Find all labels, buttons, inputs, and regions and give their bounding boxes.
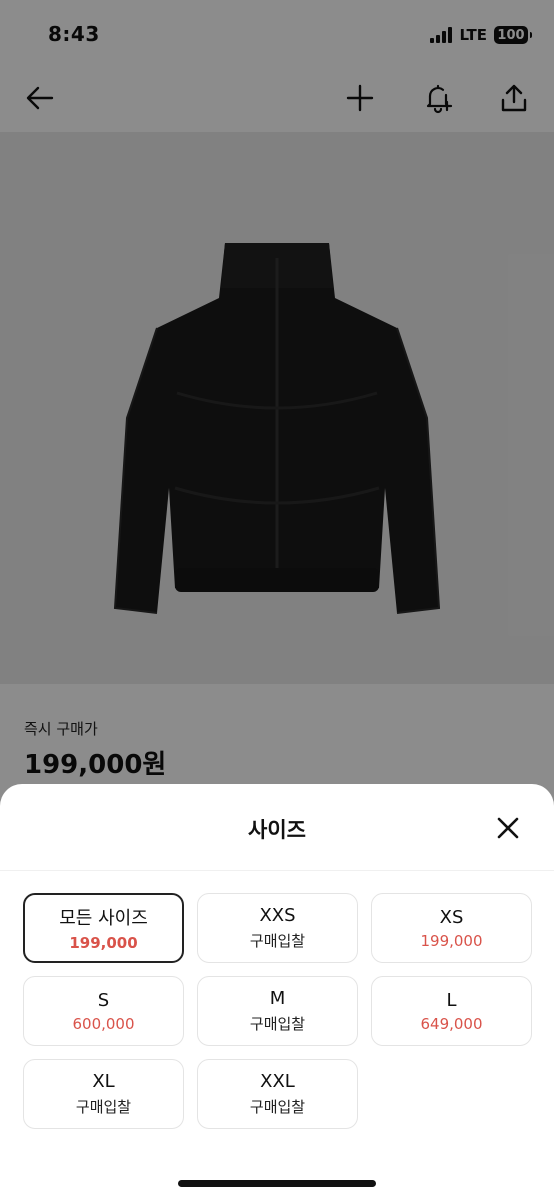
- size-bid-label: 구매입찰: [75, 1098, 132, 1116]
- size-option-xxs[interactable]: XXS 구매입찰: [197, 893, 358, 963]
- size-price: 600,000: [72, 1014, 135, 1033]
- size-option-xxl[interactable]: XXL 구매입찰: [197, 1059, 358, 1129]
- size-name: XXS: [259, 905, 296, 926]
- divider: [0, 870, 554, 871]
- close-icon: [497, 817, 519, 839]
- home-indicator[interactable]: [178, 1180, 376, 1187]
- sheet-title: 사이즈: [248, 818, 306, 842]
- size-price: 199,000: [420, 931, 483, 950]
- size-option-xl[interactable]: XL 구매입찰: [23, 1059, 184, 1129]
- size-name: 모든 사이즈: [59, 908, 148, 929]
- size-price: 199,000: [69, 934, 138, 952]
- size-name: L: [446, 989, 457, 1011]
- size-option-m[interactable]: M 구매입찰: [197, 976, 358, 1046]
- size-price: 649,000: [420, 1014, 483, 1033]
- size-option-xs[interactable]: XS 199,000: [371, 893, 532, 963]
- close-button[interactable]: [492, 812, 524, 844]
- size-name: XXL: [260, 1071, 295, 1092]
- size-bid-label: 구매입찰: [249, 1015, 306, 1033]
- size-name: M: [269, 988, 286, 1009]
- size-grid: 모든 사이즈 199,000 XXS 구매입찰 XS 199,000 S 600…: [23, 893, 532, 1129]
- size-bid-label: 구매입찰: [249, 1098, 306, 1116]
- size-option-s[interactable]: S 600,000: [23, 976, 184, 1046]
- size-name: S: [97, 989, 110, 1011]
- size-option-l[interactable]: L 649,000: [371, 976, 532, 1046]
- size-name: XL: [92, 1071, 115, 1092]
- size-name: XS: [439, 906, 464, 928]
- size-bid-label: 구매입찰: [249, 932, 306, 950]
- size-bottom-sheet: 사이즈 모든 사이즈 199,000 XXS 구매입찰 XS 199,000 S…: [0, 784, 554, 1200]
- size-option-all[interactable]: 모든 사이즈 199,000: [23, 893, 184, 963]
